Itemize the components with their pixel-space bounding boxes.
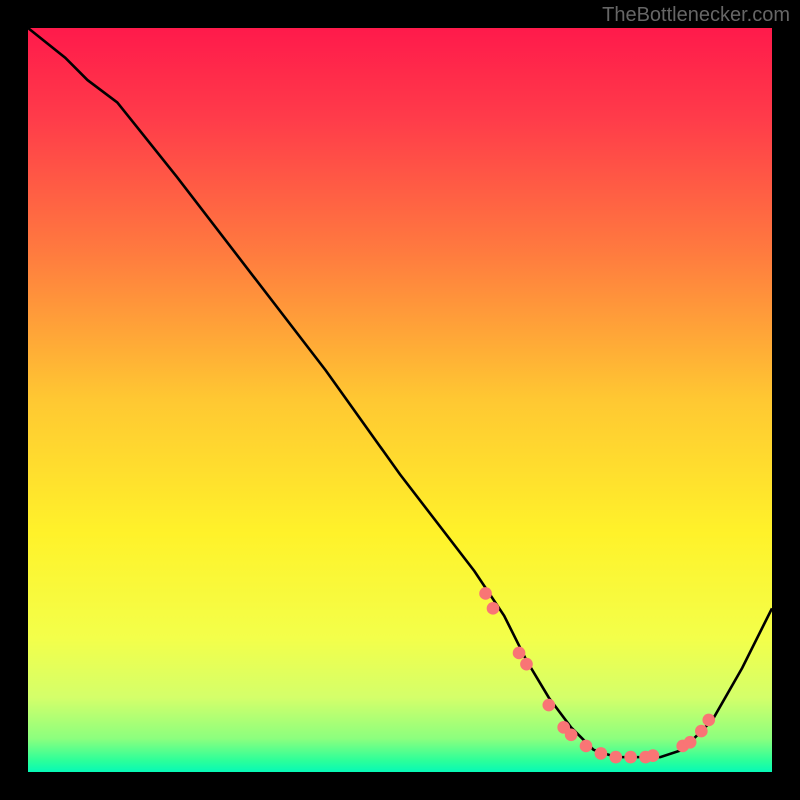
highlight-dot <box>565 728 578 741</box>
highlight-dot <box>647 749 660 762</box>
highlight-dot <box>609 751 622 764</box>
highlight-dot <box>695 725 708 738</box>
highlight-dot <box>684 736 697 749</box>
highlight-dot <box>580 740 593 753</box>
chart-curve-layer <box>28 28 772 772</box>
highlight-dot <box>513 647 526 660</box>
highlight-dot <box>624 751 637 764</box>
bottleneck-curve <box>28 28 772 757</box>
highlight-dot <box>595 747 608 760</box>
highlight-dot <box>702 714 715 727</box>
chart-area <box>28 28 772 772</box>
highlight-dot <box>520 658 533 671</box>
highlight-dots <box>479 587 715 763</box>
highlight-dot <box>479 587 492 600</box>
highlight-dot <box>542 699 555 712</box>
highlight-dot <box>487 602 500 615</box>
watermark-text: TheBottlenecker.com <box>602 4 790 27</box>
